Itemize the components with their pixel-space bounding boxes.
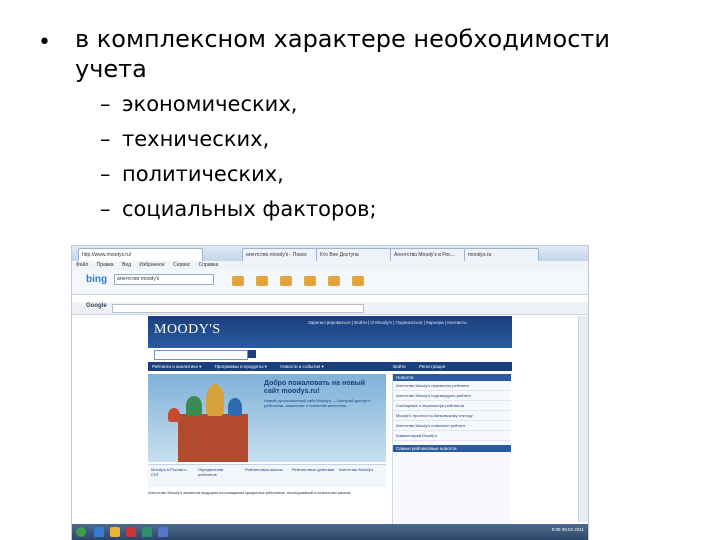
dash: – <box>100 162 111 186</box>
toolbar-icon[interactable] <box>328 276 340 286</box>
site-search-input[interactable] <box>154 350 248 360</box>
browser-tab[interactable]: Агентство Moody's в Рос... <box>390 248 465 261</box>
main-point: в комплексном характере необходимости уч… <box>75 25 610 83</box>
toolbar-icon[interactable] <box>256 276 268 286</box>
page-scrollbar[interactable] <box>578 316 588 522</box>
sub-item-technical: – технических, <box>100 127 269 151</box>
news-sidebar: Новости Агентство Moody's присвоило рейт… <box>392 374 511 540</box>
app-icon[interactable] <box>142 527 152 537</box>
site-search-button[interactable] <box>248 350 256 358</box>
windows-taskbar: 9:09 08.02.2011 <box>72 524 588 540</box>
browser-tab[interactable]: moodys.ru <box>464 248 539 261</box>
dash: – <box>100 92 111 116</box>
dome <box>206 384 224 416</box>
system-clock[interactable]: 9:09 08.02.2011 <box>552 527 584 532</box>
browser-tab-bar: http://www.moodys.ru/ агентство moody's … <box>72 246 588 261</box>
news-item[interactable]: Комментарий Moody's <box>393 431 511 441</box>
bing-logo: bing <box>86 274 108 285</box>
news-item[interactable]: Moody's: прогноз по банковскому сектору <box>393 411 511 421</box>
menu-help[interactable]: Справка <box>199 262 219 268</box>
toolbar-icon[interactable] <box>280 276 292 286</box>
menu-tools[interactable]: Сервис <box>173 262 190 268</box>
dash: – <box>100 197 111 221</box>
bullet-marker: • <box>38 30 51 55</box>
browser-menu-bar: Файл Правка Вид Избранное Сервис Справка <box>72 261 588 270</box>
hero-title: Добро пожаловать на новый сайт moodys.ru… <box>264 380 366 395</box>
news-item[interactable]: Агентство Moody's присвоило рейтинги <box>393 381 511 391</box>
tile[interactable]: Moody's в России и СНГ <box>151 467 195 477</box>
nav-login[interactable]: Войти <box>393 364 406 369</box>
cathedral-wall <box>178 414 248 462</box>
browser-screenshot: http://www.moodys.ru/ агентство moody's … <box>72 246 588 540</box>
sub-item-label: технических, <box>122 127 270 151</box>
news-heading-2: Самые рейтинговые новости <box>393 445 511 452</box>
tile[interactable]: Рейтинговые шкалы <box>245 467 289 472</box>
news-item[interactable]: Агентство Moody's повысило рейтинг <box>393 421 511 431</box>
ie-icon[interactable] <box>94 527 104 537</box>
slide-content: • в комплексном характере необходимости … <box>0 0 720 240</box>
start-button-icon[interactable] <box>76 527 86 537</box>
sub-item-label: экономических, <box>122 92 298 116</box>
site-top-links[interactable]: Зарегистрироваться | Войти | О Moody's |… <box>308 320 467 325</box>
bing-search-input[interactable]: агентство moody's <box>114 274 214 285</box>
sub-item-social: – социальных факторов; <box>100 197 377 221</box>
news-item[interactable]: Сообщение о пересмотре рейтингов <box>393 401 511 411</box>
site-body-text: Агентство Moody's является ведущим поста… <box>148 490 352 495</box>
sub-item-label: социальных факторов; <box>122 197 377 221</box>
feature-tiles: Moody's в России и СНГ Определения рейти… <box>148 464 386 487</box>
sub-item-economic: – экономических, <box>100 92 297 116</box>
nav-register[interactable]: Регистрация <box>419 364 445 369</box>
tile[interactable]: Определения рейтингов <box>198 467 242 477</box>
browser-tab[interactable]: http://www.moodys.ru/ <box>78 248 203 261</box>
web-page: MOODY'S Зарегистрироваться | Войти | О M… <box>148 316 512 540</box>
toolbar-icons <box>232 273 376 291</box>
folder-icon[interactable] <box>110 527 120 537</box>
google-search-input[interactable] <box>112 304 364 313</box>
tile[interactable]: Агентство Moody's <box>339 467 383 472</box>
dome <box>186 396 202 416</box>
google-toolbar: Google <box>72 302 588 315</box>
menu-favorites[interactable]: Избранное <box>139 262 164 268</box>
toolbar-icon[interactable] <box>352 276 364 286</box>
media-icon[interactable] <box>126 527 136 537</box>
menu-file[interactable]: Файл <box>76 262 88 268</box>
toolbar-icon[interactable] <box>304 276 316 286</box>
hero-text: Новый русскоязычный сайт Moody's — быстр… <box>264 398 371 408</box>
nav-item[interactable]: Программы и продукты ▾ <box>215 364 267 369</box>
hero-banner[interactable]: Добро пожаловать на новый сайт moodys.ru… <box>148 374 386 462</box>
browser-tab[interactable]: агентство moody's - Поиск <box>242 248 317 261</box>
word-icon[interactable] <box>158 527 168 537</box>
nav-item[interactable]: Рейтинги и аналитика ▾ <box>152 364 201 369</box>
bing-toolbar: bing агентство moody's <box>72 270 588 295</box>
browser-tab[interactable]: Кто Вне Доступа <box>316 248 391 261</box>
toolbar-icon[interactable] <box>232 276 244 286</box>
site-logo[interactable]: MOODY'S <box>154 322 221 338</box>
menu-edit[interactable]: Правка <box>97 262 114 268</box>
news-heading: Новости <box>393 374 511 381</box>
google-logo: Google <box>86 303 107 309</box>
dome <box>168 408 180 422</box>
sub-item-political: – политических, <box>100 162 284 186</box>
sub-item-label: политических, <box>122 162 284 186</box>
nav-item[interactable]: Новости и события ▾ <box>280 364 324 369</box>
menu-view[interactable]: Вид <box>122 262 131 268</box>
dash: – <box>100 127 111 151</box>
site-header: MOODY'S Зарегистрироваться | Войти | О M… <box>148 316 512 348</box>
news-item[interactable]: Агентство Moody's подтвердило рейтинг <box>393 391 511 401</box>
site-nav: Рейтинги и аналитика ▾ Программы и проду… <box>148 362 512 371</box>
dome <box>228 398 242 416</box>
tile[interactable]: Рейтинговые действия <box>292 467 336 472</box>
